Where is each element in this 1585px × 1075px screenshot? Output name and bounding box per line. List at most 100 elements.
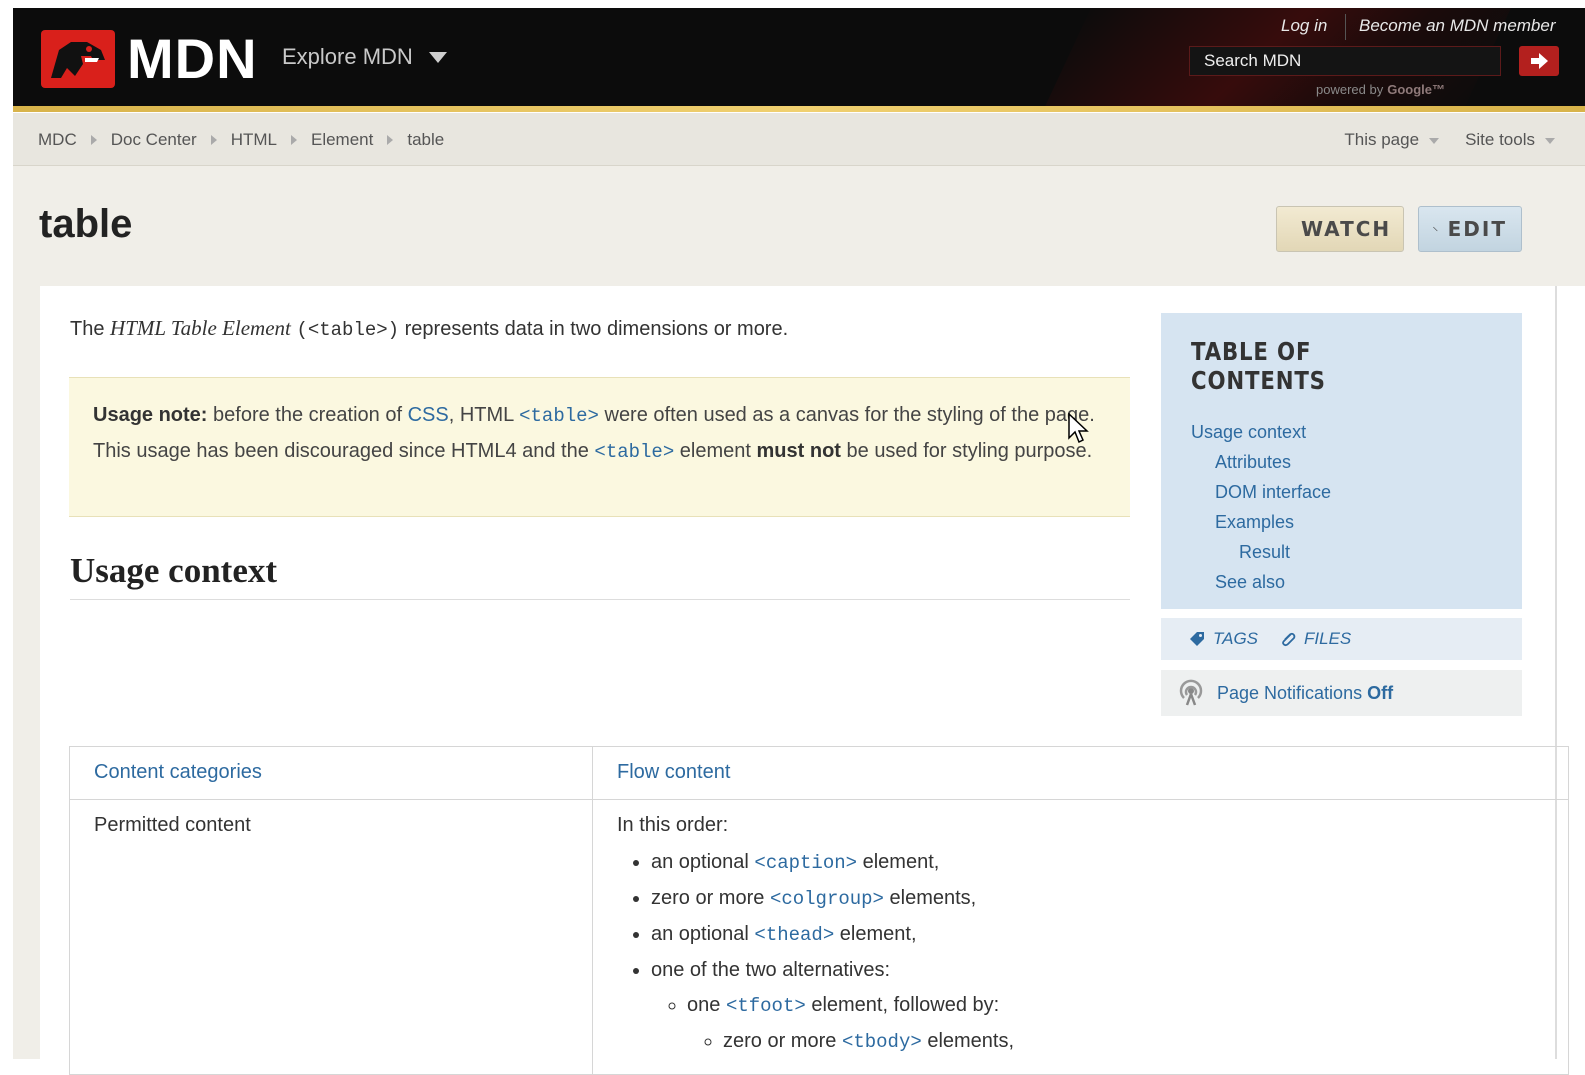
flow-content-link[interactable]: Flow content [617, 761, 730, 783]
content-categories-link[interactable]: Content categories [94, 761, 262, 783]
toc-link-examples[interactable]: Examples [1215, 512, 1294, 532]
google-brand: Google™ [1387, 82, 1445, 97]
note-text-4: element [674, 440, 757, 462]
intro-suffix: represents data in two dimensions or mor… [399, 318, 789, 340]
table-cell-value: Flow content [592, 746, 1569, 800]
note-text-1: before the creation of [207, 404, 408, 426]
page-gutter [13, 286, 40, 1059]
list-item: zero or more <tbody> elements, [723, 1024, 1544, 1060]
intro-prefix: The [70, 318, 111, 340]
b2-code: <colgroup> [769, 888, 884, 910]
tags-link[interactable]: TAGS [1189, 629, 1258, 649]
explore-mdn-menu[interactable]: Explore MDN [282, 44, 413, 70]
notifications-label: Page Notifications [1217, 682, 1363, 703]
table-of-contents: TABLE OF CONTENTS Usage context Attribut… [1161, 313, 1522, 609]
toc-link-usage-context[interactable]: Usage context [1191, 422, 1306, 442]
edit-button[interactable]: EDIT [1418, 206, 1522, 252]
watch-button[interactable]: WATCH [1276, 206, 1404, 252]
breadcrumb-bar: MDC Doc Center HTML Element table This p… [13, 113, 1585, 166]
table-row: Content categories Flow content [69, 746, 1569, 800]
table-cell-key: Content categories [69, 746, 593, 800]
breadcrumb-item-current: table [407, 130, 445, 149]
properties-table: Content categories Flow content Permitte… [69, 746, 1569, 1075]
b3-pre: an optional [651, 923, 755, 945]
table-cell-value: In this order: an optional <caption> ele… [592, 799, 1569, 1075]
nested-list: one <tfoot> element, followed by: zero o… [651, 988, 1544, 1060]
toc-link-see-also[interactable]: See also [1215, 572, 1285, 592]
toc-item-usage-context: Usage context [1191, 417, 1492, 447]
breadcrumb-item-html[interactable]: HTML [231, 130, 277, 150]
ss1-pre: zero or more [723, 1030, 842, 1052]
chevron-right-icon [290, 135, 297, 145]
usage-context-heading: Usage context [70, 551, 1130, 600]
page-title: table [39, 202, 133, 246]
notifications-state: Off [1367, 682, 1394, 703]
header-stripe [13, 106, 1585, 112]
thead-link[interactable]: <thead> [754, 923, 835, 946]
usage-note: Usage note: before the creation of CSS, … [69, 377, 1130, 517]
page-tools: This page Site tools [1344, 130, 1555, 150]
nested-list: zero or more <tbody> elements, [687, 1024, 1544, 1060]
search-submit-button[interactable] [1519, 46, 1559, 76]
b2-pre: zero or more [651, 887, 770, 909]
breadcrumb-item-doc-center[interactable]: Doc Center [111, 130, 197, 150]
css-link[interactable]: CSS [408, 404, 449, 426]
intro-em: HTML Table Element [110, 316, 291, 340]
breadcrumb-item-mdc[interactable]: MDC [38, 130, 77, 150]
b3-code: <thead> [754, 924, 835, 946]
breadcrumb-item-element[interactable]: Element [311, 130, 373, 150]
site-tools-menu[interactable]: Site tools [1465, 130, 1555, 150]
table-row: Permitted content In this order: an opti… [69, 799, 1569, 1075]
powered-by-label: powered by [1316, 82, 1384, 97]
login-link[interactable]: Log in [1281, 16, 1327, 36]
toc-link-dom-interface[interactable]: DOM interface [1215, 482, 1331, 502]
search-box [1189, 46, 1501, 76]
note-text-5: be used for styling purpose. [840, 440, 1093, 462]
site-header: MDN Explore MDN Log in Become an MDN mem… [13, 8, 1585, 112]
caption-link[interactable]: <caption> [754, 851, 858, 874]
b4-text: one of the two alternatives: [651, 959, 891, 981]
mdn-logo-text[interactable]: MDN [127, 26, 258, 91]
chevron-down-icon [1429, 137, 1440, 144]
toc-item-see-also: See also [1191, 567, 1492, 597]
table-cell-key: Permitted content [69, 799, 593, 1075]
title-area: table WATCH EDIT [13, 166, 1585, 286]
toc-item-dom-interface: DOM interface [1191, 477, 1492, 507]
intro-paragraph: The HTML Table Element (<table>) represe… [70, 316, 788, 341]
toc-link-attributes[interactable]: Attributes [1215, 452, 1291, 472]
search-input[interactable] [1190, 47, 1500, 75]
s1-pre: one [687, 994, 726, 1016]
ss1-post: elements, [921, 1030, 1015, 1052]
b3-post: element, [834, 923, 917, 945]
s1-post: element, followed by: [805, 994, 1000, 1016]
become-member-link[interactable]: Become an MDN member [1359, 16, 1556, 36]
colgroup-link[interactable]: <colgroup> [769, 887, 884, 910]
tfoot-link[interactable]: <tfoot> [726, 994, 806, 1017]
note-text-2: , HTML [448, 404, 520, 426]
table-element-link-2[interactable]: <table> [594, 440, 674, 463]
toc-link-result[interactable]: Result [1239, 542, 1290, 562]
files-link[interactable]: FILES [1280, 629, 1351, 649]
table-element-link[interactable]: <table> [519, 404, 599, 427]
ss1-code: <tbody> [841, 1031, 922, 1053]
note-code-1: <table> [519, 405, 599, 427]
toc-item-examples: Examples [1191, 507, 1492, 537]
b1-post: element, [857, 851, 940, 873]
article-panel: The HTML Table Element (<table>) represe… [40, 286, 1569, 1075]
mdn-dino-logo-icon[interactable] [41, 30, 115, 88]
chevron-down-icon[interactable] [429, 52, 447, 63]
toc-item-attributes: Attributes [1191, 447, 1492, 477]
b1-code: <caption> [754, 852, 858, 874]
tags-files-bar: TAGS FILES [1161, 618, 1522, 660]
tag-icon [1190, 632, 1204, 646]
note-must-not: must not [756, 440, 841, 462]
this-page-menu[interactable]: This page [1344, 130, 1440, 150]
tbody-link[interactable]: <tbody> [841, 1030, 922, 1053]
tags-label: TAGS [1213, 629, 1259, 648]
breadcrumb: MDC Doc Center HTML Element table [38, 130, 444, 150]
note-lead: Usage note: [93, 404, 208, 426]
permitted-content-list: an optional <caption> element, zero or m… [617, 845, 1544, 1060]
page-notifications[interactable]: Page Notifications Off [1161, 670, 1522, 716]
list-item: one of the two alternatives: one <tfoot>… [651, 953, 1544, 1060]
powered-by: powered by Google™ [1316, 82, 1445, 97]
